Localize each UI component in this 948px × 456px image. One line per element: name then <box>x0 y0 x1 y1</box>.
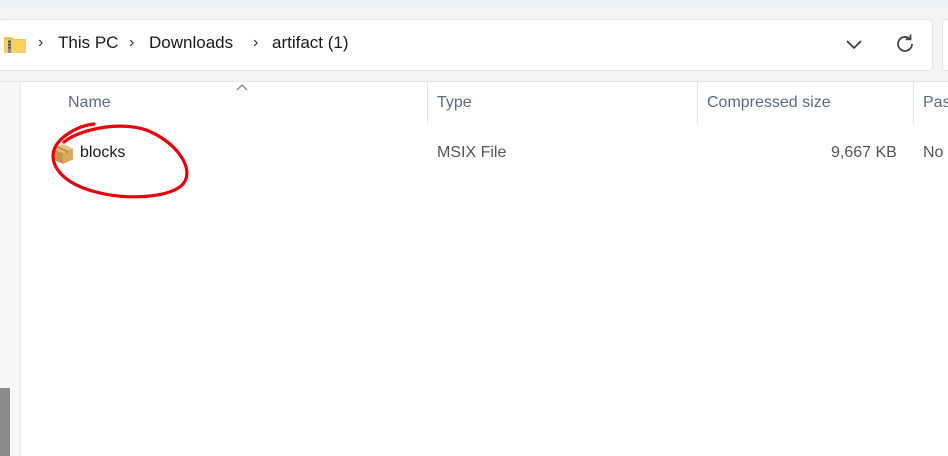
file-type: MSIX File <box>437 144 507 161</box>
column-divider[interactable] <box>427 82 428 124</box>
file-name[interactable]: blocks <box>80 144 125 162</box>
breadcrumb-artifact[interactable]: artifact (1) <box>272 33 349 53</box>
column-header-compressed-size[interactable]: Compressed size <box>707 94 831 112</box>
navigation-pane <box>0 82 21 456</box>
sort-ascending-icon <box>236 84 248 91</box>
package-icon <box>53 144 73 164</box>
file-compressed-size: 9,667 KB <box>831 144 897 161</box>
breadcrumb-downloads[interactable]: Downloads <box>149 33 233 53</box>
chevron-right-icon[interactable]: › <box>38 34 43 52</box>
search-box-edge[interactable] <box>942 19 948 71</box>
breadcrumb[interactable]: › This PC › Downloads › artifact (1) <box>0 19 933 71</box>
column-divider[interactable] <box>913 82 914 124</box>
column-divider[interactable] <box>697 82 698 124</box>
address-bar: › This PC › Downloads › artifact (1) <box>0 8 948 82</box>
column-header-name[interactable]: Name <box>68 94 111 112</box>
column-header-type[interactable]: Type <box>437 94 472 112</box>
table-row[interactable]: blocks MSIX File 9,667 KB No <box>41 134 948 174</box>
chevron-right-icon[interactable]: › <box>129 34 134 52</box>
file-list: Name Type Compressed size Pas blocks MSI… <box>21 82 948 456</box>
window-top-strip <box>0 0 948 8</box>
file-password: No <box>923 144 944 161</box>
zip-folder-icon <box>4 37 26 53</box>
breadcrumb-this-pc[interactable]: This PC <box>58 33 118 53</box>
column-header-password[interactable]: Pas <box>923 94 948 112</box>
scrollbar-thumb[interactable] <box>0 388 10 456</box>
chevron-right-icon[interactable]: › <box>253 34 258 52</box>
refresh-icon[interactable] <box>892 31 918 57</box>
chevron-down-icon[interactable] <box>844 34 864 54</box>
